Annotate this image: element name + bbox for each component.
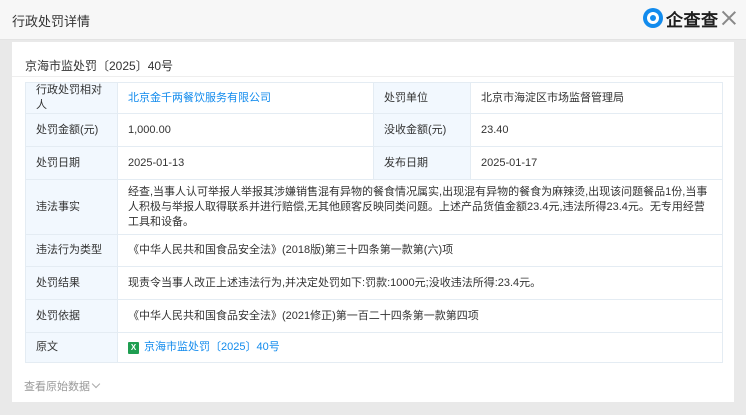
detail-panel: 京海市监处罚〔2025〕40号 行政处罚相对人 北京金千两餐饮服务有限公司 处罚…	[12, 42, 734, 402]
qichacha-logo: 企查查	[643, 7, 719, 30]
penalty-details-table: 行政处罚相对人 北京金千两餐饮服务有限公司 处罚单位 北京市海淀区市场监督管理局…	[25, 82, 723, 363]
qichacha-logo-icon	[643, 8, 663, 28]
value-publish-date: 2025-01-17	[470, 146, 723, 180]
divider	[12, 76, 734, 77]
label-original-document: 原文	[25, 332, 118, 363]
label-penalized-party: 行政处罚相对人	[25, 82, 118, 114]
logo-text: 企查查	[666, 10, 719, 30]
label-penalty-amount: 处罚金额(元)	[25, 113, 118, 147]
label-penalty-basis: 处罚依据	[25, 299, 118, 333]
chevron-down-icon	[91, 379, 101, 389]
value-violation-facts: 经查,当事人认可举报人举报其涉嫌销售混有异物的餐食情况属实,出现混有异物的餐食为…	[117, 179, 723, 235]
value-penalty-authority: 北京市海淀区市场监督管理局	[470, 82, 723, 114]
company-link[interactable]: 北京金千两餐饮服务有限公司	[128, 92, 271, 104]
table-row: 处罚依据 《中华人民共和国食品安全法》(2021修正)第一百二十四条第一款第四项	[25, 299, 723, 333]
value-penalty-amount: 1,000.00	[117, 113, 374, 147]
label-penalty-authority: 处罚单位	[373, 82, 471, 114]
view-raw-data-button[interactable]: 查看原始数据	[24, 378, 101, 394]
label-penalty-result: 处罚结果	[25, 266, 118, 300]
value-penalty-basis: 《中华人民共和国食品安全法》(2021修正)第一百二十四条第一款第四项	[117, 299, 723, 333]
dialog-title: 行政处罚详情	[12, 14, 91, 29]
case-number-title: 京海市监处罚〔2025〕40号	[25, 59, 174, 73]
table-row: 违法事实 经查,当事人认可举报人举报其涉嫌销售混有异物的餐食情况属实,出现混有异…	[25, 179, 723, 235]
value-penalty-date: 2025-01-13	[117, 146, 374, 180]
excel-file-icon: X	[128, 341, 139, 354]
original-document-link[interactable]: 京海市监处罚〔2025〕40号	[144, 340, 280, 355]
table-row: 违法行为类型 《中华人民共和国食品安全法》(2018版)第三十四条第一款第(六)…	[25, 234, 723, 267]
label-penalty-date: 处罚日期	[25, 146, 118, 180]
value-penalized-party: 北京金千两餐饮服务有限公司	[117, 82, 374, 114]
value-original-document: X 京海市监处罚〔2025〕40号	[117, 332, 723, 363]
label-violation-facts: 违法事实	[25, 179, 118, 235]
table-row: 处罚结果 现责令当事人改正上述违法行为,并决定处罚如下:罚款:1000元;没收违…	[25, 266, 723, 300]
table-row: 处罚金额(元) 1,000.00 没收金额(元) 23.40	[25, 113, 723, 147]
label-publish-date: 发布日期	[373, 146, 471, 180]
label-confiscation-amount: 没收金额(元)	[373, 113, 471, 147]
table-row: 处罚日期 2025-01-13 发布日期 2025-01-17	[25, 146, 723, 180]
value-penalty-result: 现责令当事人改正上述违法行为,并决定处罚如下:罚款:1000元;没收违法所得:2…	[117, 266, 723, 300]
close-icon[interactable]	[719, 8, 739, 28]
value-violation-type: 《中华人民共和国食品安全法》(2018版)第三十四条第一款第(六)项	[117, 234, 723, 267]
table-row: 原文 X 京海市监处罚〔2025〕40号	[25, 332, 723, 363]
view-raw-data-label: 查看原始数据	[24, 381, 90, 393]
table-row: 行政处罚相对人 北京金千两餐饮服务有限公司 处罚单位 北京市海淀区市场监督管理局	[25, 82, 723, 114]
label-violation-type: 违法行为类型	[25, 234, 118, 267]
value-confiscation-amount: 23.40	[470, 113, 723, 147]
dialog-header: 行政处罚详情 企查查	[0, 0, 746, 40]
